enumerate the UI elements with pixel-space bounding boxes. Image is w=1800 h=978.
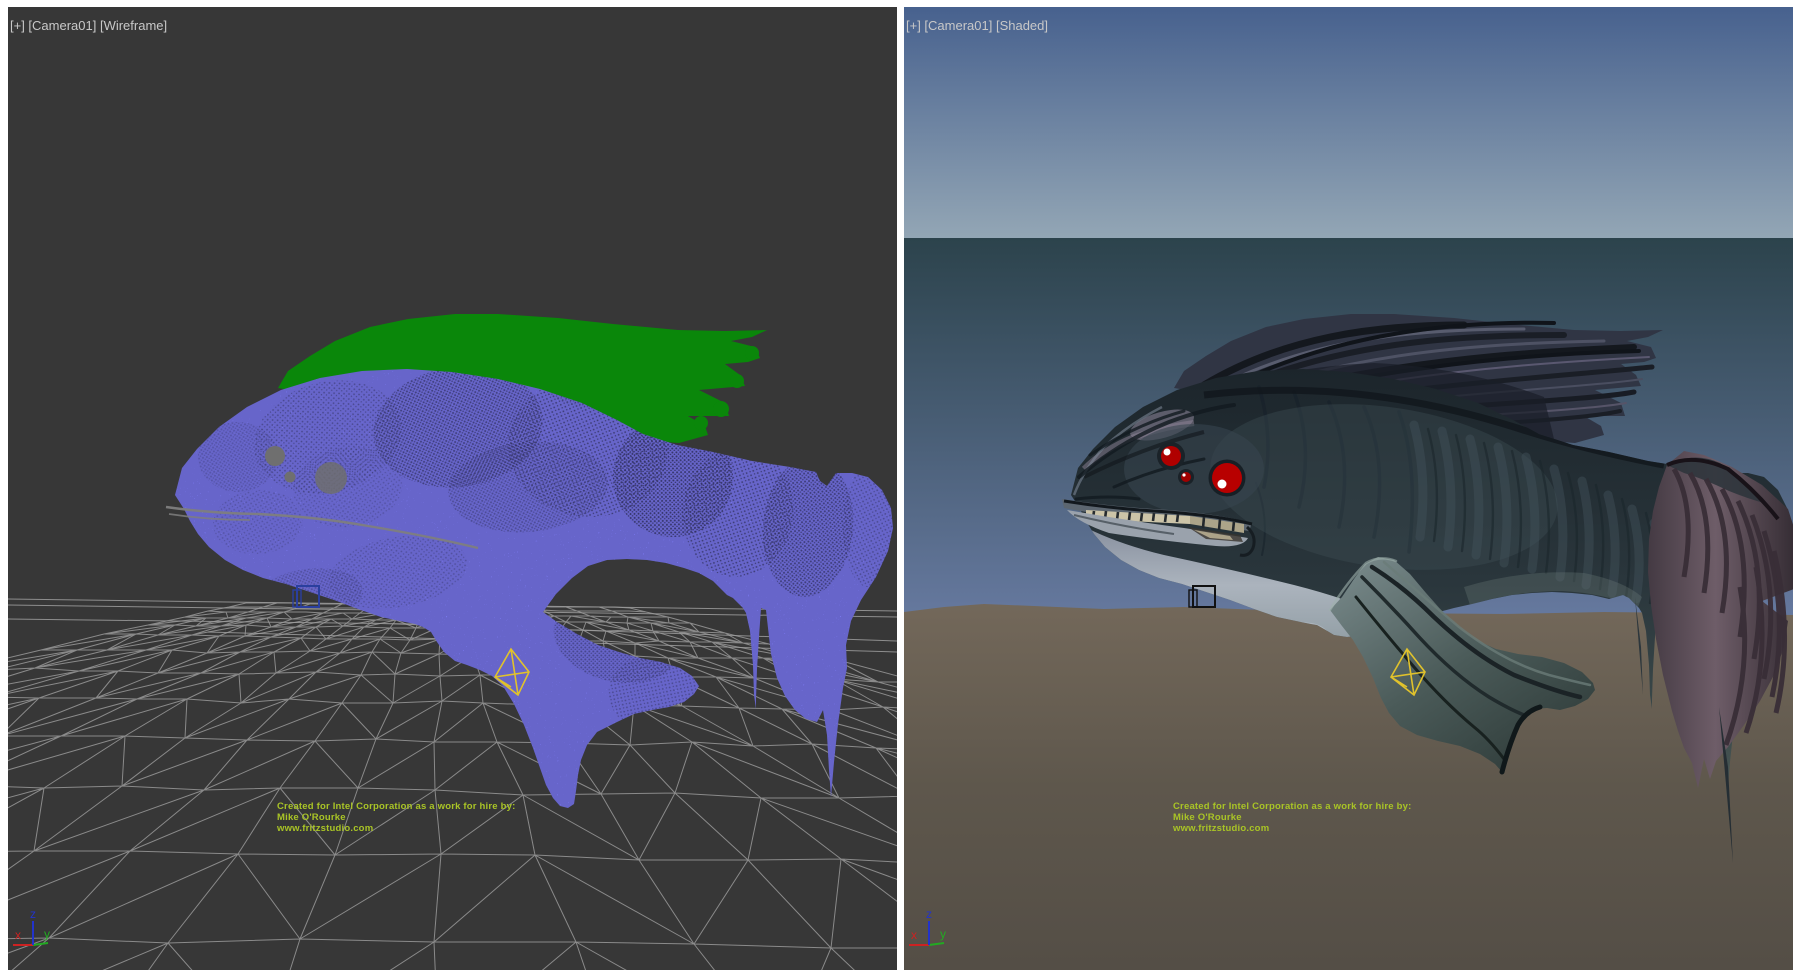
- svg-text:z: z: [30, 907, 36, 921]
- svg-text:x: x: [911, 928, 917, 942]
- svg-text:z: z: [926, 907, 932, 921]
- svg-text:y: y: [44, 927, 50, 941]
- svg-text:x: x: [15, 928, 21, 942]
- svg-text:y: y: [940, 927, 946, 941]
